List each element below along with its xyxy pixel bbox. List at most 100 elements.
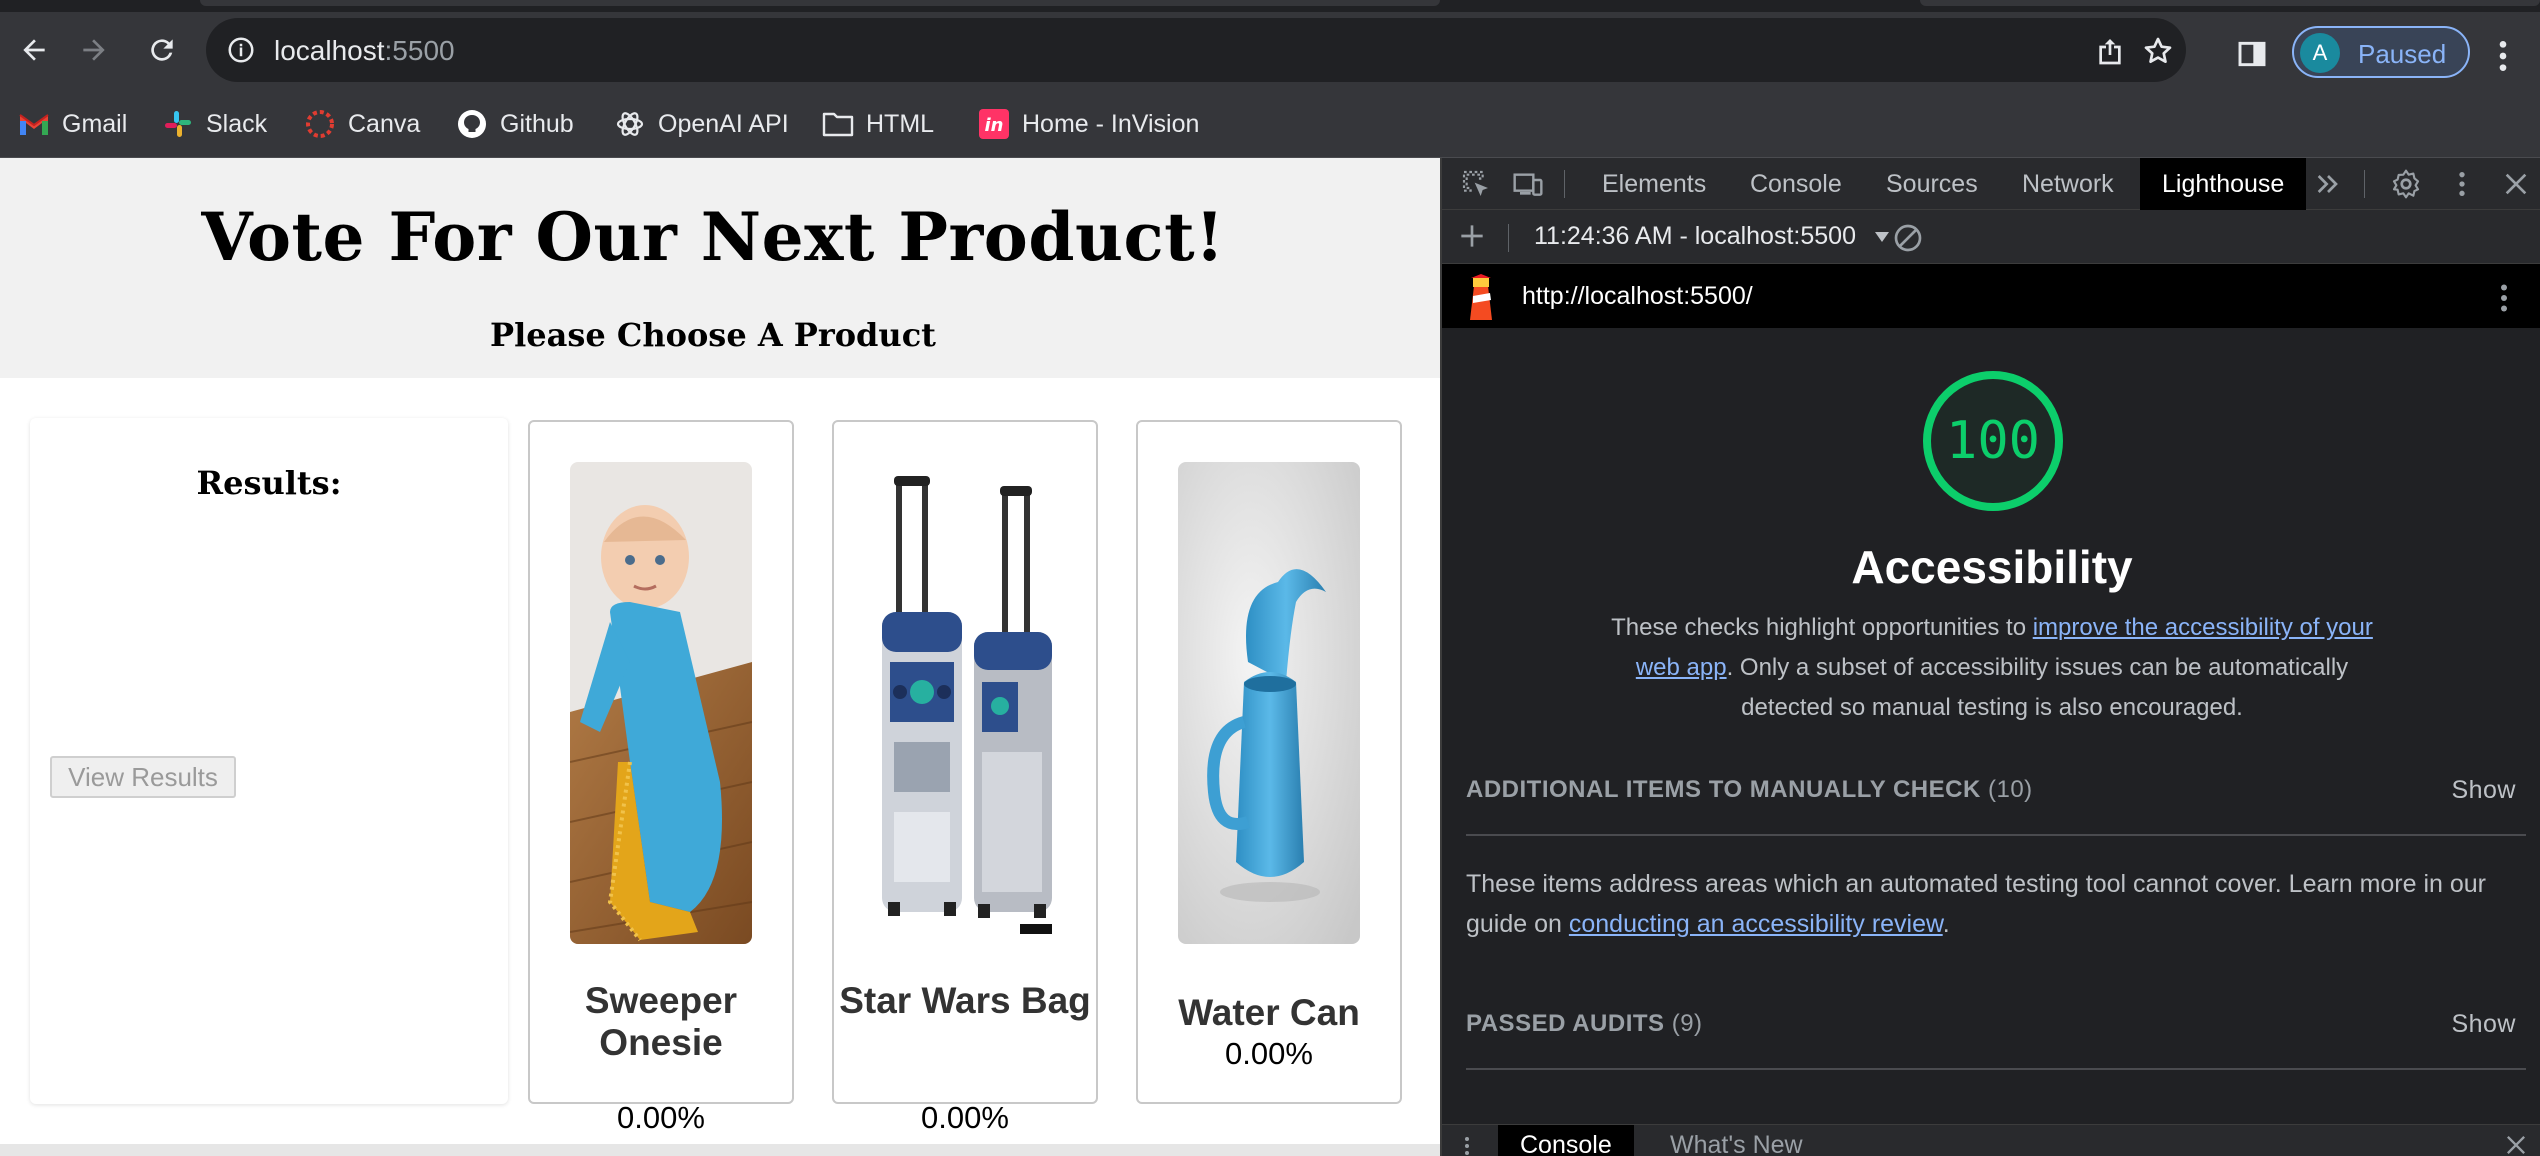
back-icon[interactable] [10,26,58,74]
github-icon [456,108,488,140]
manual-show-toggle[interactable]: Show [2451,776,2516,805]
browser-toolbar: localhost:5500 A Paused [0,12,2540,88]
tab-sources[interactable]: Sources [1886,158,1978,210]
product-percent: 0.00% [921,1100,1009,1135]
avatar: A [2300,33,2340,73]
close-drawer-icon[interactable] [2502,1131,2530,1156]
canva-icon [304,108,336,140]
product-name: Sweeper Onesie [584,980,738,1063]
page-subtitle: Please Choose A Product [490,316,936,354]
bookmark-gmail[interactable]: Gmail [18,106,127,142]
section-divider [1466,834,2526,836]
bookmark-slack[interactable]: Slack [162,106,267,142]
product-percent: 0.00% [1225,1036,1313,1071]
bookmark-html-folder[interactable]: HTML [822,106,934,142]
page-header: Vote For Our Next Product! Please Choose… [0,158,1440,378]
bookmark-github[interactable]: Github [456,106,574,142]
category-title: Accessibility [1851,541,2133,593]
product-name: Water Can [1178,992,1360,1033]
tab-network[interactable]: Network [2022,158,2114,210]
active-tab[interactable] [200,0,1440,6]
inactive-tab[interactable] [1920,0,2540,6]
product-card-water-can[interactable]: Water Can 0.00% [1136,420,1402,1104]
section-divider [1466,1068,2526,1070]
bookmark-star-icon[interactable] [2142,35,2174,67]
devtools-panel: Elements Console Sources Network Lightho… [1440,158,2540,1156]
clear-reports-icon[interactable] [1892,222,1924,254]
manual-check-section-header[interactable]: Additional items to manually check (10) … [1466,776,2516,816]
invision-icon: in [978,108,1010,140]
more-tabs-icon[interactable] [2312,168,2344,200]
tab-strip [0,0,2540,12]
device-toolbar-icon[interactable] [1512,168,1544,200]
inspect-element-icon[interactable] [1460,168,1492,200]
report-selector[interactable]: 11:24:36 AM - localhost:5500 [1534,222,1891,251]
folder-icon [822,108,854,140]
drawer-menu-icon[interactable] [1462,1131,1472,1156]
drawer-tab-console[interactable]: Console [1498,1125,1634,1156]
report-menu-icon[interactable] [2494,280,2514,316]
results-title: Results: [196,464,342,502]
product-percent: 0.00% [617,1100,705,1135]
side-panel-icon[interactable] [2236,38,2272,74]
toolbar-divider [1508,224,1509,252]
drawer-tab-whats-new[interactable]: What's New [1648,1125,1825,1156]
tab-console[interactable]: Console [1750,158,1842,210]
lighthouse-logo-icon [1462,274,1500,320]
passed-show-toggle[interactable]: Show [2451,1010,2516,1039]
profile-button[interactable]: A Paused [2292,26,2470,78]
passed-audits-section-header[interactable]: Passed audits (9) Show [1466,1010,2516,1050]
address-bar[interactable]: localhost:5500 [206,18,2186,82]
svg-text:in: in [985,115,1004,136]
devtools-drawer: Console What's New [1442,1124,2540,1156]
lighthouse-url-bar: http://localhost:5500/ [1442,264,2540,328]
product-card-sweeper-onesie[interactable]: Sweeper Onesie [528,420,794,1104]
forward-icon[interactable] [70,26,118,74]
url-text: localhost:5500 [274,35,455,66]
tab-lighthouse[interactable]: Lighthouse [2140,158,2307,210]
new-report-icon[interactable] [1456,220,1488,252]
toolbar-divider [1564,170,1565,198]
bookmark-label: Github [500,109,574,138]
score-value: 100 [1946,411,2040,471]
r2d2-luggage-image[interactable] [874,462,1056,944]
watering-can-image[interactable] [1178,462,1360,944]
dropdown-arrow-icon [1874,232,1889,242]
bookmarks-bar: Gmail Slack Canva Github OpenAI API HTML… [0,88,2540,158]
bookmark-label: Home - InVision [1022,109,1200,138]
bookmark-canva[interactable]: Canva [304,106,420,142]
toolbar-divider [2364,170,2365,198]
accessibility-review-link[interactable]: conducting an accessibility review [1569,910,1943,938]
reload-icon[interactable] [138,26,186,74]
profile-status: Paused [2358,39,2447,69]
site-info-icon[interactable] [226,35,256,65]
openai-icon [614,108,646,140]
bookmark-openai[interactable]: OpenAI API [614,106,789,142]
product-name: Star Wars Bag [839,980,1091,1021]
lighthouse-toolbar: 11:24:36 AM - localhost:5500 [1442,210,2540,264]
page-footer-strip [0,1144,1440,1156]
bookmark-invision[interactable]: in Home - InVision [978,106,1199,142]
settings-gear-icon[interactable] [2390,168,2422,200]
slack-icon [162,108,194,140]
view-results-button[interactable]: View Results [50,756,236,798]
web-page: Vote For Our Next Product! Please Choose… [0,158,1440,1156]
results-panel: Results: View Results [30,418,508,1104]
close-devtools-icon[interactable] [2500,168,2532,200]
tab-elements[interactable]: Elements [1602,158,1706,210]
bookmark-label: HTML [866,109,935,138]
more-menu-icon[interactable] [2488,36,2518,76]
audited-url: http://localhost:5500/ [1522,282,1753,310]
page-title: Vote For Our Next Product! [201,198,1225,276]
category-description: These checks highlight opportunities to … [1611,614,2373,721]
bookmark-label: OpenAI API [658,109,789,138]
devtools-menu-icon[interactable] [2446,168,2478,200]
product-card-star-wars-bag[interactable]: Star Wars Bag [832,420,1098,1104]
gmail-icon [18,108,50,140]
baby-onesie-image[interactable] [570,462,752,944]
bookmark-label: Canva [348,109,421,138]
bookmark-label: Gmail [62,109,128,138]
share-icon[interactable] [2094,35,2126,67]
bookmark-label: Slack [206,109,268,138]
score-gauge: 100 [1920,368,2066,514]
